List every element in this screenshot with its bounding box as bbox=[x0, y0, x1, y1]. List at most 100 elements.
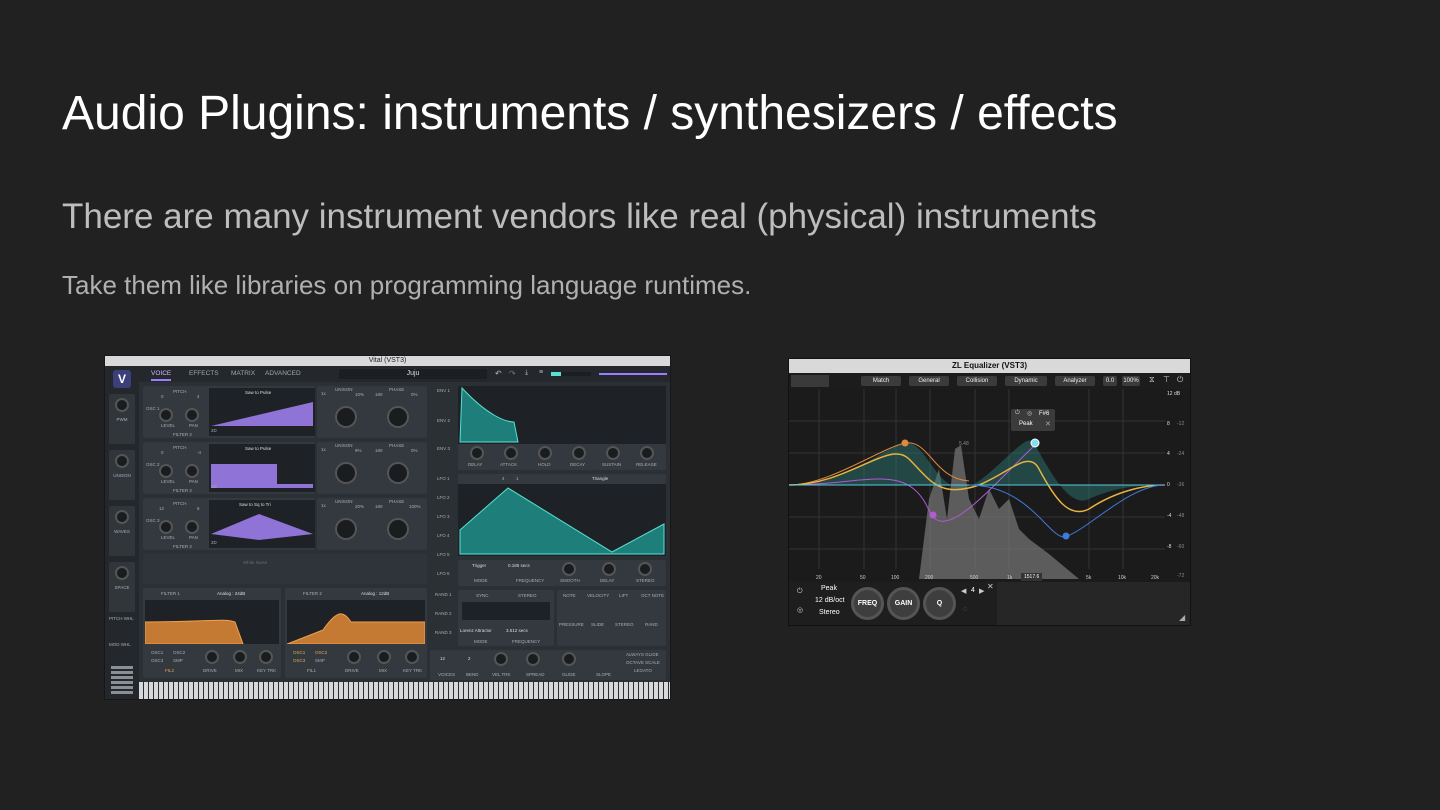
q-dial[interactable]: Q bbox=[923, 587, 956, 620]
osc-pitch-value[interactable]: 12 bbox=[159, 506, 164, 511]
band-type[interactable]: Peak bbox=[821, 585, 837, 592]
detune-knob[interactable] bbox=[335, 462, 357, 484]
level-knob[interactable] bbox=[159, 464, 173, 478]
env-2-tab[interactable]: ENV 2 bbox=[437, 418, 450, 423]
lfo-6-tab[interactable]: LFO 6 bbox=[437, 571, 450, 576]
scale-readout[interactable]: 100% bbox=[1122, 376, 1140, 386]
dynamic-button[interactable]: Dynamic bbox=[1005, 376, 1047, 386]
voice-mod[interactable]: SLIDE bbox=[591, 622, 604, 627]
macro-knob[interactable] bbox=[115, 510, 129, 524]
match-button[interactable]: Match bbox=[861, 376, 901, 386]
voice-mod[interactable]: NOTE bbox=[563, 593, 576, 598]
phase-value[interactable]: 180 bbox=[375, 448, 383, 453]
freq-dial[interactable]: FREQ bbox=[851, 587, 884, 620]
band-popup[interactable]: ⏻ ◎ F#6 Peak ✕ bbox=[1011, 409, 1055, 431]
glide-knob[interactable] bbox=[562, 652, 576, 666]
unison-voices[interactable]: 1x bbox=[321, 447, 326, 452]
macro-knob[interactable] bbox=[115, 566, 129, 580]
gain-readout[interactable]: 0.0 bbox=[1103, 376, 1117, 386]
filter-route[interactable]: OSC2 bbox=[315, 650, 327, 655]
filter-route[interactable]: SMP bbox=[173, 658, 183, 663]
tab-effects[interactable]: EFFECTS bbox=[189, 370, 219, 377]
spread-knob[interactable] bbox=[526, 652, 540, 666]
unison-voices[interactable]: 1x bbox=[321, 503, 326, 508]
filter-response[interactable] bbox=[286, 600, 426, 645]
eq-graph[interactable]: ⏻ ◎ F#6 Peak ✕ 5.48 12 dB 8 4 0 -4 -8 -1… bbox=[789, 389, 1190, 582]
osc-pitch-fine[interactable]: 4 bbox=[197, 394, 200, 399]
filter-keytrack-knob[interactable] bbox=[259, 650, 273, 664]
voice-mod[interactable]: STEREO bbox=[615, 622, 634, 627]
filter-response[interactable] bbox=[144, 600, 279, 645]
random-tab[interactable]: STEREO bbox=[518, 593, 537, 598]
filter-route[interactable]: OSC2 bbox=[173, 650, 185, 655]
random-tab[interactable]: SYNC bbox=[476, 593, 489, 598]
env-release-knob[interactable] bbox=[640, 446, 654, 460]
filter-mix-knob[interactable] bbox=[377, 650, 391, 664]
tab-voice[interactable]: VOICE bbox=[151, 370, 172, 381]
filter-drive-knob[interactable] bbox=[205, 650, 219, 664]
bend-value[interactable]: 2 bbox=[468, 656, 471, 661]
phase-knob[interactable] bbox=[387, 406, 409, 428]
gain-dial[interactable]: GAIN bbox=[887, 587, 920, 620]
lfo-4-tab[interactable]: LFO 4 bbox=[437, 533, 450, 538]
next-band-icon[interactable]: ▶ bbox=[979, 587, 984, 595]
filter-mix-knob[interactable] bbox=[233, 650, 247, 664]
tab-advanced[interactable]: ADVANCED bbox=[265, 370, 301, 377]
osc-pitch-fine[interactable]: 6 bbox=[197, 506, 200, 511]
rand-3-tab[interactable]: RAND 3 bbox=[435, 630, 452, 635]
lfo-2-tab[interactable]: LFO 2 bbox=[437, 495, 450, 500]
osc-pitch-value[interactable]: 0 bbox=[161, 450, 164, 455]
env-1-tab[interactable]: ENV 1 bbox=[437, 388, 450, 393]
phase-pct[interactable]: 100% bbox=[409, 504, 421, 509]
voice-mod[interactable]: RAND bbox=[645, 622, 658, 627]
detune-knob[interactable] bbox=[335, 406, 357, 428]
tab-matrix[interactable]: MATRIX bbox=[231, 370, 255, 377]
osc-filter-route[interactable]: FILTER 2 bbox=[173, 488, 192, 493]
filter-keytrack-knob[interactable] bbox=[405, 650, 419, 664]
voice-mod[interactable]: VELOCITY bbox=[587, 593, 609, 598]
wavetable-display[interactable]: Saw to Pulse 2D bbox=[209, 388, 315, 436]
lfo-5-tab[interactable]: LFO 5 bbox=[437, 552, 450, 557]
random-time[interactable]: 3.512 secs bbox=[506, 628, 528, 633]
env-hold-knob[interactable] bbox=[538, 446, 552, 460]
undo-icon[interactable]: ↶ bbox=[495, 369, 502, 378]
prev-band-icon[interactable]: ◀ bbox=[961, 587, 966, 595]
phase-knob[interactable] bbox=[387, 518, 409, 540]
wavetable-display[interactable]: Saw to Sq to Tri 2D bbox=[209, 500, 315, 548]
volume-meter[interactable] bbox=[551, 372, 591, 376]
unison-detune[interactable]: 10% bbox=[355, 392, 364, 397]
macro-3[interactable]: WAVES bbox=[109, 506, 135, 556]
general-button[interactable]: General bbox=[909, 376, 949, 386]
lfo-time[interactable]: 0.185 secs bbox=[508, 563, 530, 568]
lfo-stereo-knob[interactable] bbox=[638, 562, 652, 576]
filter-route[interactable]: OSC3 bbox=[293, 658, 305, 663]
voice-mod[interactable]: OCT NOTE bbox=[641, 593, 664, 598]
osc-pitch-fine[interactable]: -4 bbox=[197, 450, 201, 455]
filter-route[interactable]: FIL1 bbox=[307, 668, 316, 673]
lfo-sync-value[interactable]: 4 bbox=[502, 476, 505, 481]
rand-1-tab[interactable]: RAND 1 bbox=[435, 592, 452, 597]
save-icon[interactable]: ⤓ bbox=[525, 369, 528, 377]
sidechain-icon[interactable]: ⧖ bbox=[1149, 375, 1155, 385]
band-mode[interactable]: Stereo bbox=[819, 609, 840, 616]
band-power-icon[interactable]: ⏻ bbox=[797, 588, 803, 596]
random-type[interactable]: Lorenz Attractor bbox=[460, 628, 492, 633]
band-slope[interactable]: 12 dB/oct bbox=[815, 597, 845, 604]
resize-grip-icon[interactable]: ◢ bbox=[1179, 613, 1185, 622]
piano-keyboard[interactable] bbox=[139, 682, 670, 699]
lfo-1-tab[interactable]: LFO 1 bbox=[437, 476, 450, 481]
power-icon[interactable]: ⏻ bbox=[1177, 375, 1183, 385]
env-sustain-knob[interactable] bbox=[606, 446, 620, 460]
popup-close-icon[interactable]: ✕ bbox=[1045, 420, 1051, 428]
glide-option[interactable]: LEGATO bbox=[634, 668, 652, 673]
macro-4[interactable]: SPACE bbox=[109, 562, 135, 612]
filter-route[interactable]: OSC3 bbox=[151, 658, 163, 663]
pan-knob[interactable] bbox=[185, 520, 199, 534]
voice-mod[interactable]: PRESSURE bbox=[559, 622, 584, 627]
lfo-delay-knob[interactable] bbox=[602, 562, 616, 576]
envelope-display[interactable] bbox=[458, 386, 666, 444]
env-delay-knob[interactable] bbox=[470, 446, 484, 460]
band-power-icon[interactable]: ⏻ bbox=[1015, 410, 1020, 417]
random-display[interactable] bbox=[462, 602, 550, 620]
filter-icon[interactable]: ⊤ bbox=[1163, 375, 1170, 384]
